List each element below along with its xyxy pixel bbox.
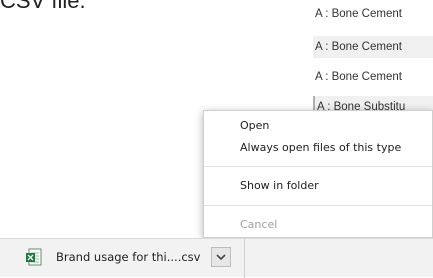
menu-separator [204,166,432,167]
download-options-button[interactable] [211,247,231,267]
list-row: A : Bone Cement [315,8,402,20]
menu-item-show-in-folder[interactable]: Show in folder [204,175,432,197]
download-file-name[interactable]: Brand usage for thi....csv [56,250,200,264]
download-bar: Brand usage for thi....csv [0,238,433,278]
menu-item-open[interactable]: Open [204,115,432,137]
chevron-down-icon [216,254,226,261]
menu-item-always-open[interactable]: Always open files of this type [204,137,432,159]
download-bar-divider [244,239,245,278]
download-context-menu: Open Always open files of this type Show… [203,110,433,238]
list-row: A : Bone Cement [313,36,433,58]
list-row: A : Bone Cement [315,71,402,83]
menu-item-cancel: Cancel [240,218,278,231]
menu-separator [204,205,432,206]
partial-heading-text: CSV file. [0,0,86,13]
spreadsheet-icon[interactable] [26,248,42,266]
